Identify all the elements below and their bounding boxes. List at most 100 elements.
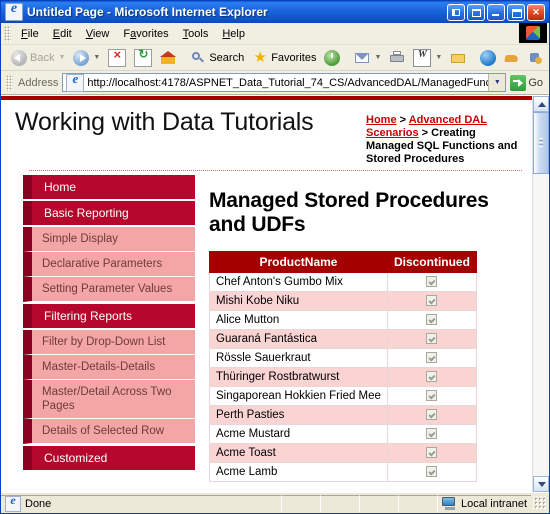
- scroll-thumb[interactable]: [533, 112, 549, 174]
- address-grip[interactable]: [6, 74, 13, 91]
- favorites-star-icon: [252, 50, 268, 66]
- print-button[interactable]: [385, 49, 409, 67]
- menu-bar: File Edit View Favorites Tools Help: [1, 23, 549, 45]
- status-pane-3: [319, 494, 359, 512]
- vertical-scrollbar[interactable]: [532, 96, 549, 492]
- mail-dropdown-icon[interactable]: ▼: [374, 54, 381, 61]
- sidebar-item-basic-reporting[interactable]: Basic Reporting: [23, 201, 195, 225]
- cell-productname: Thüringer Rostbratwurst: [209, 367, 388, 387]
- mail-button[interactable]: ▼: [350, 49, 385, 67]
- window-controls: ✕: [447, 3, 547, 21]
- breadcrumb-home-link[interactable]: Home: [366, 114, 397, 126]
- sidebar-item-declarative-parameters[interactable]: Declarative Parameters: [23, 252, 195, 277]
- address-dropdown-icon[interactable]: ▼: [488, 74, 506, 91]
- favorites-button[interactable]: Favorites: [248, 49, 320, 67]
- browser-viewport: Working with Data Tutorials Home > Advan…: [1, 95, 549, 492]
- msn-icon: [528, 50, 544, 66]
- menu-view[interactable]: View: [79, 26, 117, 42]
- notes-icon: [450, 50, 466, 66]
- column-header-productname[interactable]: ProductName: [209, 251, 388, 273]
- cell-discontinued: [386, 424, 477, 444]
- refresh-button[interactable]: [130, 47, 156, 68]
- sidebar-item-filter-by-drop-down-list[interactable]: Filter by Drop-Down List: [23, 330, 195, 355]
- stop-button[interactable]: [104, 47, 130, 68]
- home-icon: [160, 50, 177, 66]
- sidebar-item-setting-parameter-values[interactable]: Setting Parameter Values: [23, 277, 195, 302]
- discontinued-checkbox: [426, 466, 438, 478]
- forward-icon: [73, 49, 90, 66]
- resize-grip[interactable]: [533, 496, 547, 510]
- notes-button[interactable]: [446, 49, 470, 67]
- status-message-pane: Done: [1, 493, 281, 512]
- menu-tools-rest: ools: [188, 27, 209, 40]
- cell-productname: Guaraná Fantástica: [209, 329, 388, 349]
- menu-help[interactable]: Help: [215, 26, 252, 42]
- scroll-up-button[interactable]: [533, 96, 549, 112]
- search-button[interactable]: Search: [186, 49, 248, 67]
- maximize-button[interactable]: [507, 3, 525, 21]
- ie-brand-logo: [519, 23, 547, 43]
- table-row: Perth Pasties: [209, 405, 477, 425]
- content-heading: Managed Stored Procedures and UDFs: [209, 189, 489, 236]
- status-pane-2: [280, 494, 320, 512]
- cell-productname: Acme Toast: [209, 443, 388, 463]
- history-button[interactable]: [320, 49, 344, 67]
- discuss-icon: [480, 49, 497, 66]
- menu-file[interactable]: File: [14, 26, 46, 42]
- address-bar: Address http://localhost:4178/ASPNET_Dat…: [1, 71, 549, 95]
- stop-icon: [108, 47, 127, 67]
- panel-button[interactable]: [467, 3, 485, 21]
- discuss-button[interactable]: [476, 49, 500, 67]
- title-bar: Untitled Page - Microsoft Internet Explo…: [1, 1, 549, 23]
- sidebar-item-master-detail-across-two-pages[interactable]: Master/Detail Across Two Pages: [23, 380, 195, 419]
- table-row: Acme Lamb: [209, 462, 477, 482]
- menu-favorites[interactable]: Favorites: [116, 26, 175, 42]
- page-header: Working with Data Tutorials Home > Advan…: [1, 100, 532, 166]
- cell-discontinued: [386, 291, 477, 311]
- window-title: Untitled Page - Microsoft Internet Explo…: [27, 5, 268, 19]
- page-title: Working with Data Tutorials: [15, 108, 314, 136]
- address-input[interactable]: http://localhost:4178/ASPNET_Data_Tutori…: [62, 71, 507, 92]
- menu-grip[interactable]: [4, 25, 11, 42]
- menu-edit-rest: dit: [60, 27, 72, 40]
- scroll-down-button[interactable]: [533, 476, 549, 492]
- sidebar-item-customized[interactable]: Customized: [23, 446, 195, 470]
- sidebar-item-master-details-details[interactable]: Master-Details-Details: [23, 355, 195, 380]
- cell-productname: Chef Anton's Gumbo Mix: [209, 272, 388, 292]
- menu-tools[interactable]: Tools: [176, 26, 216, 42]
- breadcrumb: Home > Advanced DAL Scenarios > Creating…: [366, 108, 526, 166]
- scroll-track[interactable]: [533, 112, 549, 476]
- menu-file-rest: ile: [27, 27, 39, 40]
- column-header-discontinued[interactable]: Discontinued: [386, 251, 477, 273]
- edit-button[interactable]: ▼: [409, 48, 446, 68]
- forward-dropdown-icon[interactable]: ▼: [93, 54, 100, 61]
- forward-button[interactable]: ▼: [69, 49, 104, 67]
- security-zone-pane[interactable]: Local intranet: [436, 494, 531, 512]
- restore-down-button[interactable]: [447, 3, 465, 21]
- messenger-button[interactable]: [500, 49, 524, 67]
- discontinued-checkbox: [426, 409, 438, 421]
- address-page-icon: [66, 71, 85, 92]
- back-dropdown-icon[interactable]: ▼: [58, 54, 65, 61]
- back-button[interactable]: Back ▼: [7, 49, 69, 67]
- msn-button[interactable]: [524, 49, 548, 67]
- menu-edit[interactable]: Edit: [46, 26, 79, 42]
- cell-discontinued: [386, 329, 477, 349]
- home-button[interactable]: [156, 49, 180, 67]
- sidebar-item-details-of-selected-row[interactable]: Details of Selected Row: [23, 419, 195, 444]
- sidebar-item-filtering-reports[interactable]: Filtering Reports: [23, 304, 195, 328]
- cell-discontinued: [386, 310, 477, 330]
- cell-discontinued: [386, 272, 477, 292]
- favorites-button-label: Favorites: [271, 51, 317, 64]
- go-button[interactable]: Go: [506, 74, 547, 91]
- status-pane-5: [397, 494, 437, 512]
- table-row: Thüringer Rostbratwurst: [209, 367, 477, 387]
- sidebar-item-simple-display[interactable]: Simple Display: [23, 227, 195, 252]
- menu-view-rest: iew: [92, 27, 110, 40]
- browser-window: Untitled Page - Microsoft Internet Explo…: [0, 0, 550, 514]
- edit-dropdown-icon[interactable]: ▼: [435, 54, 442, 61]
- discontinued-checkbox: [426, 295, 438, 307]
- close-button[interactable]: ✕: [527, 3, 545, 21]
- minimize-button[interactable]: [487, 3, 505, 21]
- sidebar-item-home[interactable]: Home: [23, 175, 195, 199]
